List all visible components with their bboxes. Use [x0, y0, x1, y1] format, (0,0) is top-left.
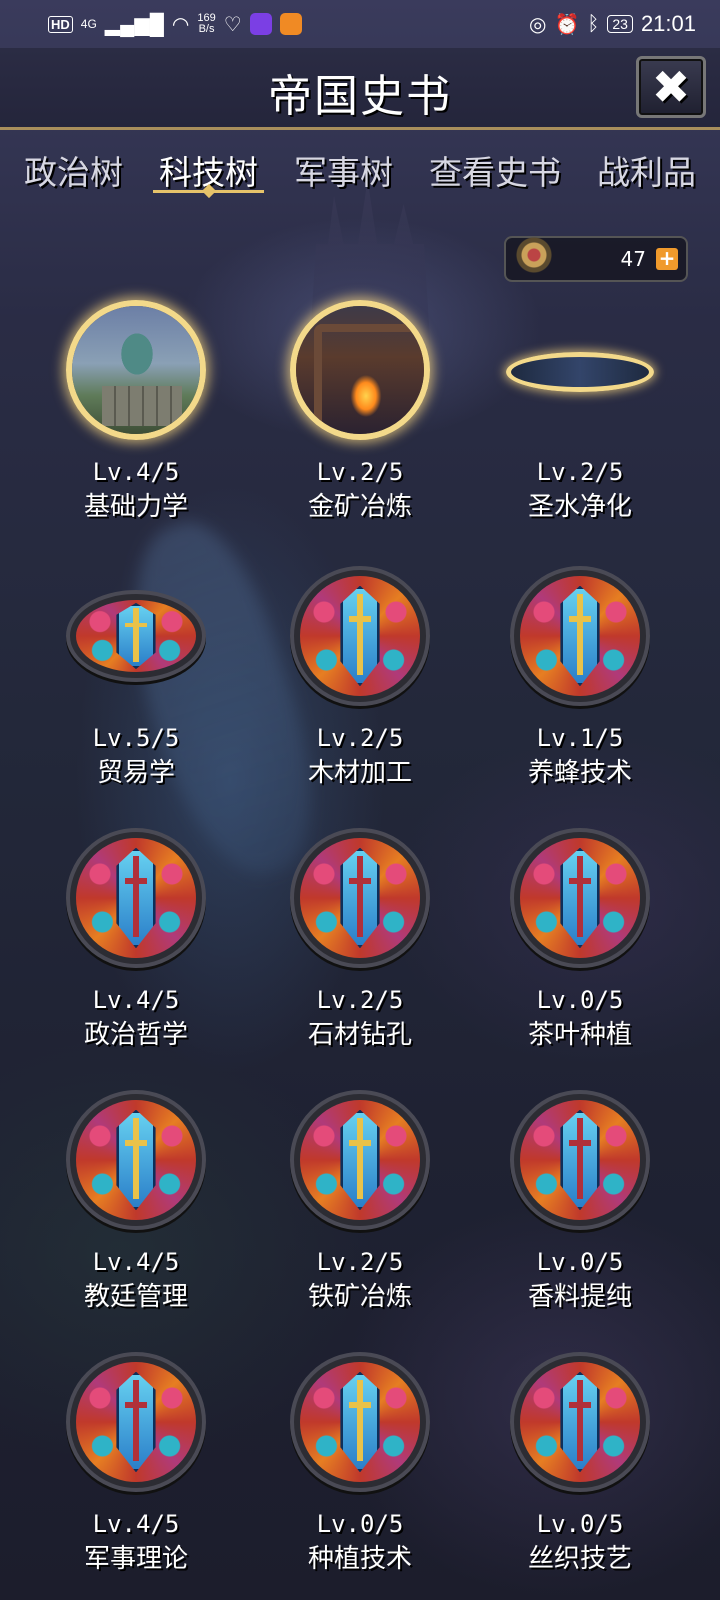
nfc-icon: ◎ [529, 13, 547, 36]
header-bar: 帝国史书 ✖ [0, 48, 720, 130]
tech-level: Lv.0/5 [316, 1510, 404, 1538]
tech-node[interactable]: Lv.0/5 茶叶种植 [470, 828, 690, 1068]
tech-name: 铁矿冶炼 [307, 1282, 412, 1312]
tech-name: 丝织技艺 [527, 1544, 632, 1574]
close-button[interactable]: ✖ [636, 56, 706, 118]
currency-amount: 47 [620, 247, 646, 271]
tech-node[interactable]: Lv.2/5 圣水净化 [470, 300, 690, 540]
tech-node[interactable]: Lv.0/5 香料提纯 [470, 1090, 690, 1330]
crest-emblem-icon [514, 237, 554, 277]
tech-level: Lv.5/5 [92, 724, 180, 752]
tech-level: Lv.2/5 [316, 724, 404, 752]
tab-view-history[interactable]: 查看史书 [423, 140, 567, 194]
tech-name: 种植技术 [307, 1544, 412, 1574]
app-notification-icon [279, 13, 302, 35]
tech-level: Lv.4/5 [92, 986, 180, 1014]
tech-name: 石材钻孔 [307, 1020, 412, 1050]
tech-level: Lv.0/5 [536, 1510, 624, 1538]
tech-level: Lv.4/5 [92, 1248, 180, 1276]
tech-level: Lv.0/5 [536, 1248, 624, 1276]
tab-military-tree[interactable]: 军事树 [288, 140, 399, 194]
stained-glass-sword-icon [290, 1090, 430, 1230]
tech-name: 香料提纯 [527, 1282, 632, 1312]
tech-node[interactable]: Lv.0/5 丝织技艺 [470, 1352, 690, 1592]
tech-node[interactable]: Lv.2/5 铁矿冶炼 [250, 1090, 470, 1330]
status-bar: HD 4G ▂▄▆█ ◠ 169 B/s ♡ ◎ ⏰ ᛒ 23 21:01 [0, 0, 720, 48]
stained-glass-sword-icon [290, 566, 430, 706]
currency-counter: 47 + [504, 236, 688, 282]
network-speed-unit: B/s [198, 23, 215, 35]
link-app-icon: ♡ [223, 13, 242, 36]
page-title: 帝国史书 [268, 71, 452, 122]
app-notification-icon [249, 13, 272, 35]
stained-glass-sword-icon [290, 828, 430, 968]
gold-smelting-forge-icon [290, 300, 430, 440]
tech-node[interactable]: Lv.4/5 军事理论 [26, 1352, 246, 1592]
tech-level: Lv.2/5 [316, 1248, 404, 1276]
tech-name: 教廷管理 [83, 1282, 188, 1312]
tech-node[interactable]: Lv.1/5 养蜂技术 [470, 566, 690, 806]
tech-level: Lv.1/5 [536, 724, 624, 752]
tech-node[interactable]: Lv.2/5 木材加工 [250, 566, 470, 806]
tech-level: Lv.2/5 [316, 986, 404, 1014]
tech-name: 基础力学 [83, 492, 188, 522]
tech-name: 军事理论 [83, 1544, 188, 1574]
tab-loot[interactable]: 战利品 [591, 140, 702, 194]
battery-icon: 23 [607, 15, 633, 33]
network-speed: 169 B/s [197, 13, 215, 35]
tab-tech-tree[interactable]: 科技树 [153, 140, 264, 194]
stained-glass-sword-icon [66, 1352, 206, 1492]
tab-bar: 政治树 科技树 军事树 查看史书 战利品 [0, 140, 720, 204]
tech-node[interactable]: Lv.4/5 教廷管理 [26, 1090, 246, 1330]
stained-glass-sword-icon [66, 1090, 206, 1230]
tech-node[interactable]: Lv.4/5 基础力学 [26, 300, 246, 540]
tech-name: 贸易学 [96, 758, 175, 788]
tech-node[interactable]: Lv.2/5 金矿冶炼 [250, 300, 470, 540]
bluetooth-icon: ᛒ [587, 12, 600, 35]
tech-level: Lv.2/5 [316, 458, 404, 486]
tech-node[interactable]: Lv.4/5 政治哲学 [26, 828, 246, 1068]
tech-level: Lv.4/5 [92, 458, 180, 486]
tech-name: 养蜂技术 [527, 758, 632, 788]
tech-level: Lv.0/5 [536, 986, 624, 1014]
stained-glass-sword-icon [66, 828, 206, 968]
tech-level: Lv.4/5 [92, 1510, 180, 1538]
stained-glass-sword-icon [66, 566, 206, 706]
tech-name: 金矿冶炼 [307, 492, 412, 522]
tech-node[interactable]: Lv.0/5 种植技术 [250, 1352, 470, 1592]
close-icon: ✖ [651, 60, 691, 114]
tech-name: 茶叶种植 [527, 1020, 632, 1050]
tech-name: 圣水净化 [527, 492, 632, 522]
tech-name: 木材加工 [307, 758, 412, 788]
holy-water-chamber-icon [506, 300, 654, 440]
tech-level: Lv.2/5 [536, 458, 624, 486]
tech-name: 政治哲学 [83, 1020, 188, 1050]
signal-bars-icon: ▂▄▆█ [104, 13, 164, 36]
tab-politics-tree[interactable]: 政治树 [18, 140, 129, 194]
stained-glass-sword-icon [510, 566, 650, 706]
clock: 21:01 [640, 11, 696, 36]
stained-glass-sword-icon [510, 1090, 650, 1230]
alarm-icon: ⏰ [554, 13, 580, 36]
stained-glass-sword-icon [290, 1352, 430, 1492]
tech-node[interactable]: Lv.2/5 石材钻孔 [250, 828, 470, 1068]
mechanics-statue-icon [66, 300, 206, 440]
hd-icon: HD [48, 15, 73, 33]
add-currency-button[interactable]: + [656, 248, 678, 270]
tech-node[interactable]: Lv.5/5 贸易学 [26, 566, 246, 806]
signal-icon: 4G [80, 17, 97, 31]
stained-glass-sword-icon [510, 828, 650, 968]
wifi-icon: ◠ [171, 13, 190, 36]
stained-glass-sword-icon [510, 1352, 650, 1492]
